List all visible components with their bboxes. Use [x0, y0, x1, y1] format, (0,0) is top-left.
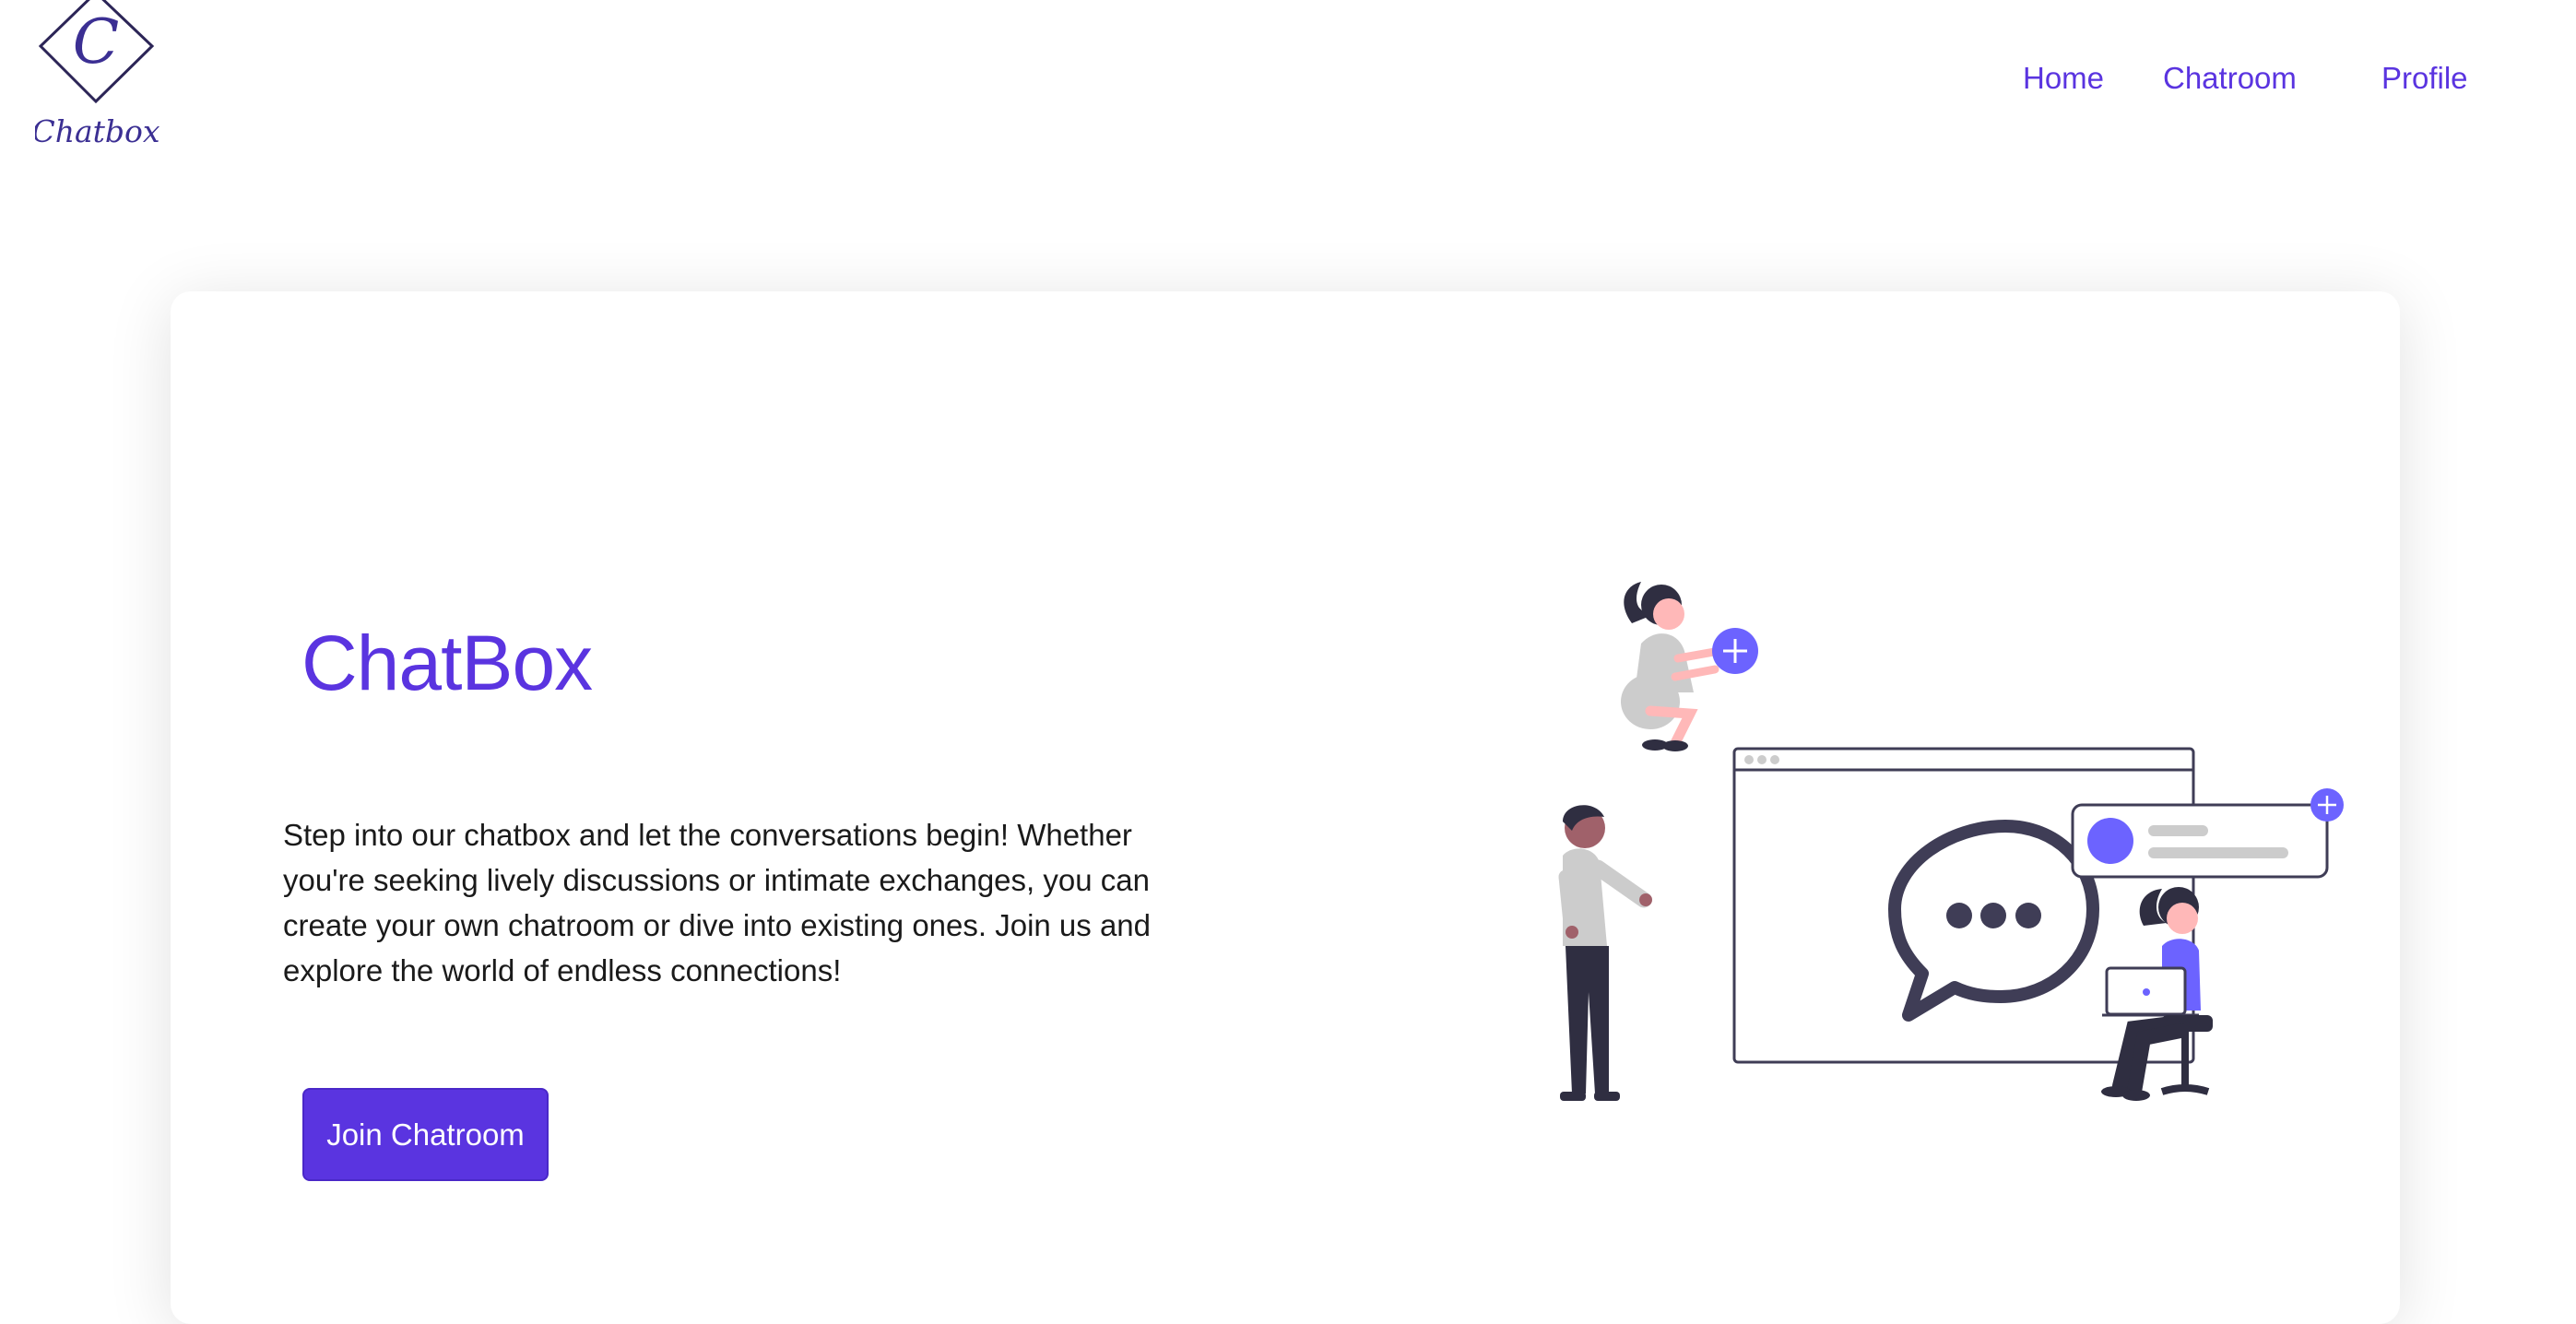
chatbox-logo[interactable]: C Chatbox [31, 0, 164, 157]
person-on-top-graphic [1621, 582, 1758, 751]
chat-illustration [1558, 582, 2344, 1101]
chatbox-logo-icon: C Chatbox [31, 0, 160, 149]
hero-title: ChatBox [301, 620, 593, 706]
nav-link-chatroom[interactable]: Chatroom [2163, 57, 2297, 99]
nav-link-profile[interactable]: Profile [2381, 57, 2468, 99]
nav-links: Home Chatroom Profile [2023, 57, 2576, 103]
svg-text:C: C [73, 6, 120, 77]
hero-description: Step into our chatbox and let the conver… [283, 818, 1152, 987]
nav-link-home[interactable]: Home [2023, 57, 2104, 99]
standing-man-graphic [1558, 805, 1652, 1101]
join-chatroom-button[interactable]: Join Chatroom [302, 1088, 549, 1181]
navbar: C Chatbox Home Chatroom Profile [0, 0, 2576, 184]
svg-text:Chatbox: Chatbox [35, 113, 160, 149]
hero-card: ChatBox Step into our chatbox and let th… [171, 291, 2400, 1324]
